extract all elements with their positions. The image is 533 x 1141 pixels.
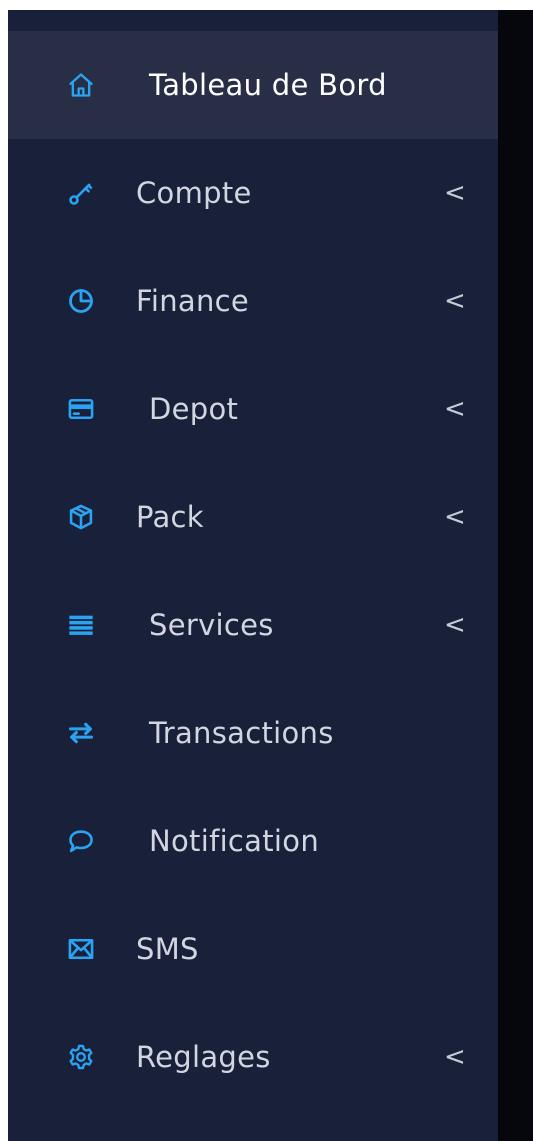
package-box-icon — [67, 503, 95, 531]
chevron-left-icon: < — [444, 502, 466, 532]
sidebar-item-notification[interactable]: Notification — [8, 787, 498, 895]
sidebar-item-label: Tableau de Bord — [149, 68, 387, 102]
chat-bubble-icon — [67, 827, 95, 855]
sidebar-item-compte[interactable]: Compte < — [8, 139, 498, 247]
sidebar-item-label: Pack — [136, 500, 204, 534]
sidebar-item-label: Notification — [149, 824, 319, 858]
sidebar-item-reglages[interactable]: Reglages < — [8, 1003, 498, 1111]
sidebar-item-label: SMS — [136, 932, 199, 966]
sidebar-item-tableau-de-bord[interactable]: Tableau de Bord — [8, 31, 498, 139]
sidebar-item-label: Services — [149, 608, 274, 642]
sidebar-item-finance[interactable]: Finance < — [8, 247, 498, 355]
chevron-left-icon: < — [444, 394, 466, 424]
sidebar-item-label: Compte — [136, 176, 252, 210]
home-icon — [67, 71, 95, 99]
sidebar: Tableau de Bord Compte < Finance < Depot… — [8, 10, 498, 1141]
main-content-edge — [498, 10, 533, 1141]
credit-card-icon — [67, 395, 95, 423]
sidebar-item-label: Transactions — [149, 716, 334, 750]
chevron-left-icon: < — [444, 286, 466, 316]
pie-chart-icon — [67, 287, 95, 315]
chevron-left-icon: < — [444, 1042, 466, 1072]
page: Tableau de Bord Compte < Finance < Depot… — [0, 0, 533, 1141]
chevron-left-icon: < — [444, 610, 466, 640]
sidebar-item-label: Finance — [136, 284, 250, 318]
exchange-arrows-icon — [67, 719, 95, 747]
chevron-left-icon: < — [444, 178, 466, 208]
sidebar-item-label: Depot — [149, 392, 239, 426]
sidebar-nav: Tableau de Bord Compte < Finance < Depot… — [8, 31, 498, 1111]
sidebar-item-services[interactable]: Services < — [8, 571, 498, 679]
sidebar-item-label: Reglages — [136, 1040, 271, 1074]
sidebar-item-depot[interactable]: Depot < — [8, 355, 498, 463]
sidebar-item-pack[interactable]: Pack < — [8, 463, 498, 571]
list-icon — [67, 611, 95, 639]
sidebar-item-sms[interactable]: SMS — [8, 895, 498, 1003]
gear-icon — [67, 1043, 95, 1071]
key-icon — [67, 179, 95, 207]
envelope-icon — [67, 935, 95, 963]
sidebar-item-transactions[interactable]: Transactions — [8, 679, 498, 787]
